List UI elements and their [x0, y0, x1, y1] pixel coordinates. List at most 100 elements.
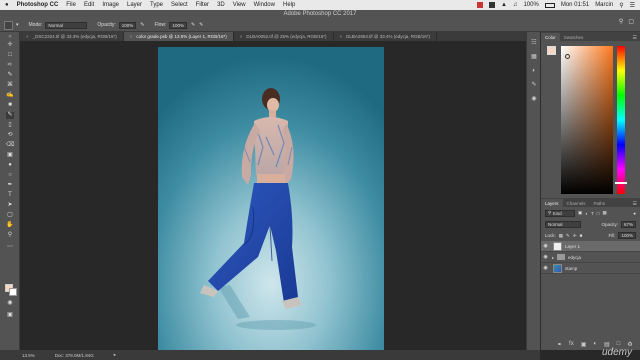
menu-filter[interactable]: Filter [196, 2, 209, 8]
healing-tool-icon[interactable]: ■ [6, 102, 14, 109]
lock-position-icon[interactable]: ✛ [573, 233, 577, 239]
tab-paths[interactable]: Paths [590, 199, 610, 207]
history-panel-icon[interactable]: ☷ [530, 40, 538, 47]
search-icon[interactable]: ⚲ [619, 2, 623, 9]
menu-view[interactable]: View [233, 2, 246, 8]
lock-all-icon[interactable]: ■ [580, 233, 583, 238]
gradient-tool-icon[interactable]: ▣ [6, 152, 14, 159]
menu-window[interactable]: Window [254, 2, 275, 8]
search-icon[interactable]: ⚲ [619, 18, 623, 25]
status-icon[interactable] [477, 2, 484, 8]
apple-icon[interactable]: ● [5, 2, 9, 8]
filter-type-icon[interactable]: T [591, 211, 594, 216]
document-image[interactable] [158, 47, 384, 350]
filter-shape-icon[interactable]: □ [597, 211, 600, 216]
quick-select-tool-icon[interactable]: ✎ [6, 72, 14, 79]
more-tools-icon[interactable]: ⋯ [6, 244, 14, 251]
layer-name[interactable]: stamp [565, 266, 577, 271]
mode-select[interactable]: Normal [45, 21, 88, 29]
layer-row[interactable]: ◉ stamp [541, 263, 640, 274]
properties-panel-icon[interactable]: ▦ [530, 54, 538, 61]
dodge-tool-icon[interactable]: ○ [6, 172, 14, 179]
tab-doc-4[interactable]: × DLBA2854.tif @ 33.4% (edycja, RGB/16*) [333, 32, 438, 41]
add-mask-icon[interactable]: ▣ [581, 341, 587, 348]
close-icon[interactable]: × [340, 34, 343, 39]
type-tool-icon[interactable]: T [6, 192, 14, 199]
layer-style-icon[interactable]: fx [569, 341, 574, 348]
filter-smart-icon[interactable]: ▩ [602, 210, 606, 216]
status-menu-icon[interactable]: ▸ [114, 352, 116, 358]
brush-preset-icon[interactable] [4, 20, 13, 30]
tab-swatches[interactable]: Swatches [560, 33, 588, 41]
layer-row[interactable]: ◉ ▸ edycja [541, 252, 640, 263]
pressure-size-icon[interactable]: ✎ [199, 22, 203, 28]
color-fg-swatch[interactable] [547, 46, 556, 55]
menu-type[interactable]: Type [150, 2, 163, 8]
color-field[interactable] [561, 46, 613, 194]
doc-size[interactable]: Doc: 378.0M/1.84G [55, 353, 94, 358]
layer-opacity-input[interactable]: 67% [620, 221, 636, 228]
wifi-icon[interactable]: ▲ [501, 2, 507, 8]
flow-input[interactable]: 100% [169, 21, 187, 29]
pen-tool-icon[interactable]: ✒ [6, 182, 14, 189]
brush-tool-icon[interactable]: ✎ [6, 112, 14, 119]
clone-source-panel-icon[interactable]: ◉ [530, 96, 538, 103]
move-tool-icon[interactable]: ✛ [6, 42, 14, 49]
shape-tool-icon[interactable]: ▢ [6, 212, 14, 219]
filter-adjustment-icon[interactable]: ◐ [585, 211, 588, 216]
clock[interactable]: Mon 01:51 [561, 2, 589, 8]
blur-tool-icon[interactable]: ● [6, 162, 14, 169]
menu-image[interactable]: Image [102, 2, 119, 8]
blend-mode-select[interactable]: Normal [545, 221, 581, 228]
tab-channels[interactable]: Channels [563, 199, 590, 207]
workspace-icon[interactable]: ▢ [628, 18, 634, 25]
hue-slider-handle[interactable] [615, 182, 627, 184]
background-color-swatch[interactable] [9, 288, 17, 296]
zoom-level[interactable]: 13.5% [22, 353, 35, 358]
filter-toggle-icon[interactable]: ● [633, 211, 636, 216]
layer-row[interactable]: ◉ Layer 1 [541, 241, 640, 252]
close-icon[interactable]: × [130, 34, 133, 39]
tab-color[interactable]: Color [541, 33, 560, 41]
collapse-icon[interactable]: » [6, 34, 14, 41]
clone-stamp-tool-icon[interactable]: ▯ [6, 122, 14, 129]
menu-edit[interactable]: Edit [84, 2, 94, 8]
adjustments-panel-icon[interactable]: ◐ [530, 68, 538, 75]
visibility-eye-icon[interactable]: ◉ [541, 243, 550, 249]
visibility-eye-icon[interactable]: ◉ [541, 254, 550, 260]
user-name[interactable]: Marcin [595, 2, 613, 8]
zoom-tool-icon[interactable]: ⚲ [6, 232, 14, 239]
close-icon[interactable]: × [240, 34, 243, 39]
screen-mode-icon[interactable]: ▣ [6, 312, 14, 319]
tab-doc-2[interactable]: × color grade.psb @ 13.5% (Layer 1, RGB/1… [123, 32, 234, 41]
hue-slider[interactable] [617, 46, 625, 194]
menu-select[interactable]: Select [171, 2, 188, 8]
marquee-tool-icon[interactable]: □ [6, 52, 14, 59]
crop-tool-icon[interactable]: ⌘ [6, 82, 14, 89]
link-layers-icon[interactable]: ⚭ [557, 341, 562, 348]
close-icon[interactable]: × [26, 34, 29, 39]
visibility-eye-icon[interactable]: ◉ [541, 265, 550, 271]
panel-menu-icon[interactable]: ☰ [633, 35, 640, 41]
expand-arrow-icon[interactable]: ▸ [552, 255, 554, 260]
adjustment-layer-icon[interactable]: ◐ [593, 341, 597, 348]
lasso-tool-icon[interactable]: ➪ [6, 62, 14, 69]
menu-app-name[interactable]: Photoshop CC [17, 2, 59, 8]
eraser-tool-icon[interactable]: ⌫ [6, 142, 14, 149]
brush-size-picker[interactable]: ▾ [16, 22, 19, 28]
battery-percent[interactable]: 100% [523, 2, 538, 8]
menu-3d[interactable]: 3D [217, 2, 225, 8]
color-picker-marker[interactable] [565, 54, 570, 59]
brush-panel-icon[interactable]: ✎ [530, 82, 538, 89]
tab-layers[interactable]: Layers [541, 199, 563, 207]
lock-paint-icon[interactable]: ✎ [566, 233, 570, 239]
layer-name[interactable]: edycja [568, 255, 581, 260]
menu-file[interactable]: File [66, 2, 76, 8]
airbrush-icon[interactable]: ✎ [191, 22, 195, 28]
notifications-icon[interactable]: ☰ [630, 2, 635, 9]
tab-doc-1[interactable]: × _DSC2324.tif @ 33.3% (edycja, RGB/16*) [20, 32, 124, 41]
opacity-input[interactable]: 100% [118, 21, 137, 29]
hand-tool-icon[interactable]: ✋ [6, 222, 14, 229]
filter-pixel-icon[interactable]: ▣ [578, 210, 582, 216]
volume-icon[interactable]: ♫ [513, 2, 518, 8]
